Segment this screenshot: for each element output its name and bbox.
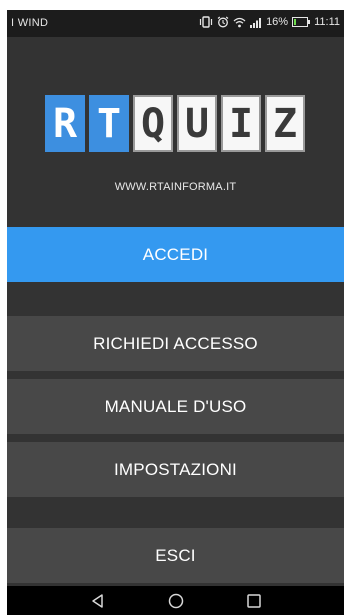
user-manual-button[interactable]: MANUALE D'USO: [7, 379, 344, 434]
website-url: WWW.RTAINFORMA.IT: [114, 181, 237, 193]
request-access-button[interactable]: RICHIEDI ACCESSO: [7, 316, 344, 371]
back-icon[interactable]: [88, 591, 108, 611]
exit-button[interactable]: ESCI: [7, 528, 344, 583]
logo-letter-t: T: [89, 95, 129, 152]
logo-letter-u: U: [177, 95, 217, 152]
logo-letter-q: Q: [133, 95, 173, 152]
wifi-icon: [233, 17, 246, 28]
app-screen: I WIND 16% 11:11 R T Q U I Z WWW.RTAINFO…: [7, 10, 344, 615]
status-bar: I WIND 16% 11:11: [7, 10, 344, 37]
clock: 11:11: [314, 16, 340, 28]
alarm-icon: [217, 16, 229, 28]
rtquiz-logo: R T Q U I Z: [45, 95, 305, 152]
signal-icon: [250, 17, 262, 28]
status-icons: 16% 11:11: [199, 16, 340, 28]
navigation-bar: [7, 586, 344, 615]
vibrate-icon: [199, 16, 213, 28]
home-icon[interactable]: [166, 591, 186, 611]
carrier-name: I WIND: [11, 17, 49, 29]
settings-button[interactable]: IMPOSTAZIONI: [7, 442, 344, 497]
battery-percent: 16%: [266, 16, 289, 28]
logo-letter-i: I: [221, 95, 261, 152]
logo-letter-r: R: [45, 95, 85, 152]
battery-charging-icon: [292, 17, 311, 27]
login-button[interactable]: ACCEDI: [7, 227, 344, 282]
recents-icon[interactable]: [244, 591, 264, 611]
logo-letter-z: Z: [265, 95, 305, 152]
